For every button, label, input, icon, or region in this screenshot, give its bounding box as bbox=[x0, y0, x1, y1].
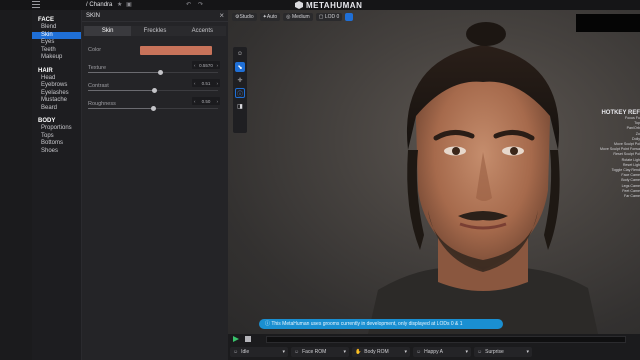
contrast-slider-thumb[interactable] bbox=[151, 88, 157, 93]
animation-bar: ☺ Idle ▾ ☺ Face ROM ▾ ✋ Body ROM ▾ ☺ Happy A ▾ ☺ Surp… bbox=[228, 334, 640, 360]
color-swatch[interactable] bbox=[140, 46, 212, 55]
contrast-slider[interactable] bbox=[88, 88, 218, 93]
viewport-tools: ☺ ⬊ ✛ ⓘ ◨ bbox=[233, 47, 247, 133]
nav-item-eyebrows[interactable]: Eyebrows bbox=[32, 82, 81, 90]
panel-title: SKIN bbox=[86, 12, 101, 19]
nav-item-shoes[interactable]: Shoes bbox=[32, 148, 81, 156]
color-row: Color bbox=[82, 42, 228, 60]
nav-item-blend[interactable]: Blend bbox=[32, 24, 81, 32]
nav-item-bottoms[interactable]: Bottoms bbox=[32, 140, 81, 148]
brand-name: METAHUMAN bbox=[306, 0, 363, 10]
metahuman-character-render bbox=[368, 22, 598, 334]
hotkey-item: Far Came bbox=[624, 194, 640, 199]
nav-item-head[interactable]: Head bbox=[32, 75, 81, 83]
contrast-stepper[interactable]: ‹ 0.51 › bbox=[192, 79, 220, 87]
timeline bbox=[230, 336, 638, 344]
texture-stepper[interactable]: ‹ 0.5570 › bbox=[192, 61, 220, 69]
nav-item-skin[interactable]: Skin bbox=[32, 31, 81, 39]
texture-slider-fill bbox=[88, 72, 161, 73]
roughness-slider[interactable] bbox=[88, 106, 218, 111]
stop-icon[interactable] bbox=[245, 336, 251, 342]
panel-tabs: Skin Freckles Accents bbox=[84, 26, 226, 36]
texture-slider[interactable] bbox=[88, 70, 218, 75]
roughness-row: Roughness ‹ 0.50 › bbox=[82, 96, 228, 114]
animation-face-rom-dropdown[interactable]: ☺ Face ROM ▾ bbox=[291, 347, 349, 357]
viewport-toggle-button[interactable] bbox=[345, 13, 354, 21]
animation-icon: ☺ bbox=[233, 349, 239, 355]
tab-accents[interactable]: Accents bbox=[178, 26, 226, 36]
nav-section-hair: HAIR bbox=[38, 67, 53, 74]
tab-freckles[interactable]: Freckles bbox=[131, 26, 179, 36]
animation-icon: ☺ bbox=[416, 349, 422, 355]
skin-panel: SKIN × Skin Freckles Accents Color Textu… bbox=[82, 10, 228, 360]
lod-dropdown[interactable]: ▢ LOD 0 bbox=[315, 13, 343, 21]
texture-label: Texture bbox=[88, 65, 107, 71]
animation-icon: ☺ bbox=[477, 349, 483, 355]
chevron-down-icon: ▾ bbox=[282, 349, 285, 355]
nav-item-mustache[interactable]: Mustache bbox=[32, 97, 81, 105]
left-navigation: FACE Blend Skin Eyes Teeth Makeup HAIR Head Eyeb… bbox=[32, 10, 82, 360]
viewport-toolbar: ⚙Studio ✦Auto ◎ Medium ▢ LOD 0 bbox=[232, 13, 354, 21]
close-icon[interactable]: × bbox=[219, 11, 224, 20]
character-viewport[interactable]: ⚙Studio ✦Auto ◎ Medium ▢ LOD 0 ☺ ⬊ ✛ ⓘ ◨ bbox=[228, 10, 640, 334]
nav-item-eyelashes[interactable]: Eyelashes bbox=[32, 90, 81, 98]
color-label: Color bbox=[88, 47, 102, 53]
nav-item-tops[interactable]: Tops bbox=[32, 133, 81, 141]
project-title: / Chandra ★ ▣ bbox=[86, 2, 132, 8]
animation-body-rom-dropdown[interactable]: ✋ Body ROM ▾ bbox=[352, 347, 410, 357]
animation-happy-a-dropdown[interactable]: ☺ Happy A ▾ bbox=[413, 347, 471, 357]
roughness-stepper[interactable]: ‹ 0.50 › bbox=[192, 97, 220, 105]
notice-text: This MetaHuman uses grooms currently in … bbox=[271, 321, 463, 327]
roughness-label: Roughness bbox=[88, 101, 116, 107]
chevron-down-icon: ▾ bbox=[465, 349, 468, 355]
nav-item-makeup[interactable]: Makeup bbox=[32, 54, 81, 62]
auto-dropdown[interactable]: ✦Auto bbox=[259, 13, 281, 21]
clay-render-icon[interactable]: ◨ bbox=[235, 101, 245, 111]
metahuman-logo-icon bbox=[295, 1, 303, 9]
panel-header: SKIN × bbox=[82, 10, 228, 22]
roughness-slider-thumb[interactable] bbox=[150, 106, 156, 111]
contrast-slider-fill bbox=[88, 90, 155, 91]
nav-section-face: FACE bbox=[38, 17, 55, 23]
animation-presets: ☺ Idle ▾ ☺ Face ROM ▾ ✋ Body ROM ▾ ☺ Happy A ▾ ☺ Surp… bbox=[230, 347, 532, 357]
tab-skin[interactable]: Skin bbox=[84, 26, 132, 36]
chevron-down-icon: ▾ bbox=[404, 349, 407, 355]
move-tool-icon[interactable]: ✛ bbox=[235, 75, 245, 85]
play-icon[interactable] bbox=[233, 336, 239, 342]
texture-slider-thumb[interactable] bbox=[157, 70, 163, 75]
metahuman-logo: METAHUMAN bbox=[295, 0, 363, 10]
nav-item-beard[interactable]: Beard bbox=[32, 105, 81, 113]
animation-icon: ☺ bbox=[294, 349, 300, 355]
studio-dropdown[interactable]: ⚙Studio bbox=[232, 13, 257, 21]
undo-icon[interactable]: ↶ bbox=[186, 1, 191, 8]
star-icon[interactable]: ★ bbox=[117, 2, 122, 8]
timeline-track[interactable] bbox=[266, 336, 626, 343]
nav-item-teeth[interactable]: Teeth bbox=[32, 47, 81, 55]
contrast-label: Contrast bbox=[88, 83, 109, 89]
project-name: Chandra bbox=[89, 2, 113, 8]
chevron-down-icon: ▾ bbox=[343, 349, 346, 355]
redo-icon[interactable]: ↷ bbox=[198, 1, 203, 8]
sculpt-tool-icon[interactable]: ⬊ bbox=[235, 62, 245, 72]
chevron-down-icon: ▾ bbox=[526, 349, 529, 355]
info-icon[interactable]: ⓘ bbox=[235, 88, 245, 98]
top-bar: / Chandra ★ ▣ ↶ ↷ METAHUMAN bbox=[0, 0, 640, 10]
quality-dropdown[interactable]: ◎ Medium bbox=[283, 13, 313, 21]
roughness-slider-fill bbox=[88, 108, 153, 109]
hotkey-reference: HOTKEY REF Focus Fu Top Pan/Orb Zo Dolly Move… bbox=[586, 110, 640, 199]
lock-icon[interactable]: ▣ bbox=[126, 2, 132, 8]
hamburger-menu-icon[interactable] bbox=[32, 1, 40, 8]
animation-idle-dropdown[interactable]: ☺ Idle ▾ bbox=[230, 347, 288, 357]
texture-row: Texture ‹ 0.5570 › bbox=[82, 60, 228, 78]
animation-surprise-dropdown[interactable]: ☺ Surprise ▾ bbox=[474, 347, 532, 357]
nav-section-body: BODY bbox=[38, 118, 56, 124]
head-select-icon[interactable]: ☺ bbox=[235, 49, 245, 59]
nav-item-eyes[interactable]: Eyes bbox=[32, 39, 81, 47]
animation-icon: ✋ bbox=[355, 349, 362, 355]
nav-item-proportions[interactable]: Proportions bbox=[32, 125, 81, 133]
groom-notice-banner: ⓘ This MetaHuman uses grooms currently i… bbox=[259, 319, 503, 329]
contrast-row: Contrast ‹ 0.51 › bbox=[82, 78, 228, 96]
metahuman-creator-app: / Chandra ★ ▣ ↶ ↷ METAHUMAN FACE Blend Ski… bbox=[0, 0, 640, 360]
